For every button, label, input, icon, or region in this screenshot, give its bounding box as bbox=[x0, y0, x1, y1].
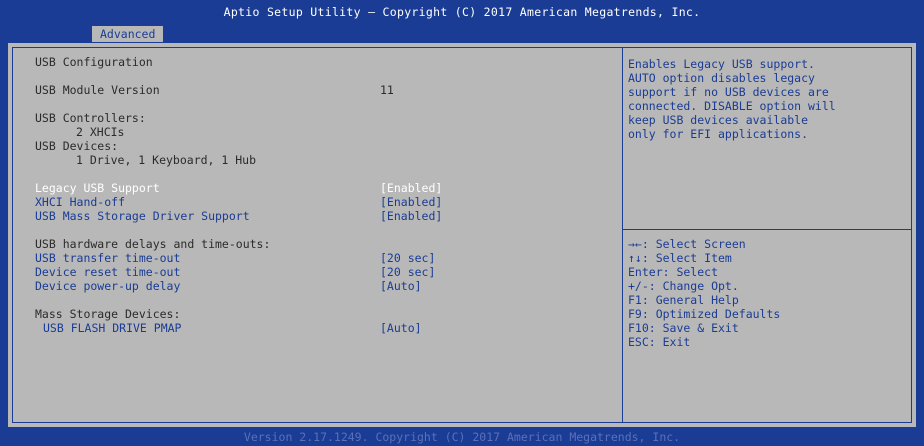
reset-timeout-value[interactable]: [20 sec] bbox=[380, 265, 435, 279]
delays-heading: USB hardware delays and time-outs: bbox=[35, 237, 271, 251]
controllers-value: 2 XHCIs bbox=[76, 125, 125, 139]
help-line: only for EFI applications. bbox=[628, 127, 809, 141]
app-title: Aptio Setup Utility – Copyright (C) 2017… bbox=[223, 5, 701, 19]
mass-storage-driver-value[interactable]: [Enabled] bbox=[380, 209, 442, 223]
header-bar: Aptio Setup Utility – Copyright (C) 2017… bbox=[0, 0, 924, 42]
help-line: connected. DISABLE option will bbox=[628, 99, 836, 113]
key-legend-line: ESC: Exit bbox=[628, 335, 691, 349]
help-line: Enables Legacy USB support. bbox=[628, 57, 815, 71]
key-legend-line: F9: Optimized Defaults bbox=[628, 307, 781, 321]
vertical-divider bbox=[622, 47, 623, 423]
powerup-delay-option[interactable]: Device power-up delay bbox=[35, 279, 180, 293]
reset-timeout-option[interactable]: Device reset time-out bbox=[35, 265, 180, 279]
legacy-usb-support-option[interactable]: Legacy USB Support bbox=[35, 181, 160, 195]
key-legend-line: ↑↓: Select Item bbox=[628, 251, 732, 265]
mass-storage-driver-option[interactable]: USB Mass Storage Driver Support bbox=[35, 209, 250, 223]
legacy-usb-support-value[interactable]: [Enabled] bbox=[380, 181, 442, 195]
help-divider bbox=[623, 229, 912, 230]
controllers-label: USB Controllers: bbox=[35, 111, 146, 125]
help-line: AUTO option disables legacy bbox=[628, 71, 815, 85]
flash-drive-value[interactable]: [Auto] bbox=[380, 321, 422, 335]
help-line: keep USB devices available bbox=[628, 113, 809, 127]
devices-value: 1 Drive, 1 Keyboard, 1 Hub bbox=[76, 153, 257, 167]
flash-drive-option[interactable]: USB FLASH DRIVE PMAP bbox=[43, 321, 181, 335]
key-legend-line: +/-: Change Opt. bbox=[628, 279, 739, 293]
module-version-label: USB Module Version bbox=[35, 83, 160, 97]
key-legend-line: F1: General Help bbox=[628, 293, 739, 307]
xhci-handoff-option[interactable]: XHCI Hand-off bbox=[35, 195, 125, 209]
key-legend-line: F10: Save & Exit bbox=[628, 321, 739, 335]
tab-advanced[interactable]: Advanced bbox=[92, 26, 164, 42]
powerup-delay-value[interactable]: [Auto] bbox=[380, 279, 422, 293]
key-legend-line: Enter: Select bbox=[628, 265, 719, 279]
help-line: support if no USB devices are bbox=[628, 85, 829, 99]
transfer-timeout-value[interactable]: [20 sec] bbox=[380, 251, 435, 265]
key-legend-line: →←: Select Screen bbox=[628, 237, 746, 251]
module-version-value: 11 bbox=[380, 83, 394, 97]
transfer-timeout-option[interactable]: USB transfer time-out bbox=[35, 251, 180, 265]
usb-config-heading: USB Configuration bbox=[35, 55, 153, 69]
devices-label: USB Devices: bbox=[35, 139, 119, 153]
xhci-handoff-value[interactable]: [Enabled] bbox=[380, 195, 442, 209]
version-footer: Version 2.17.1249. Copyright (C) 2017 Am… bbox=[243, 430, 681, 444]
mass-storage-heading: Mass Storage Devices: bbox=[35, 307, 181, 321]
